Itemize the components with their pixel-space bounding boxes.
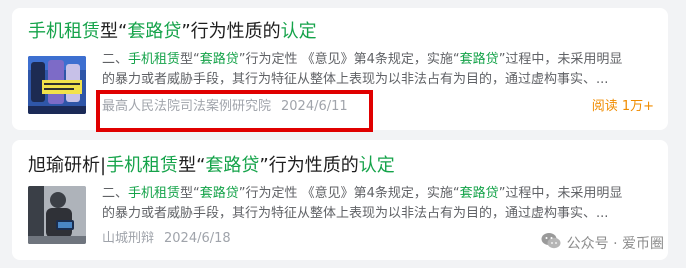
title-text: ”行为性质的 [259, 155, 359, 176]
snippet-text: 型“ [180, 52, 200, 67]
result-title[interactable]: 手机租赁型“套路贷”行为性质的认定 [28, 20, 317, 44]
snippet-highlight: 套路贷 [459, 52, 499, 67]
phone-promo-thumbnail[interactable] [28, 56, 86, 114]
result-title[interactable]: 旭瑜研析|手机租赁型“套路贷”行为性质的认定 [28, 154, 395, 178]
source-name[interactable]: 山城刑辩 [102, 231, 154, 246]
title-highlight: 认定 [280, 21, 317, 42]
snippet-highlight: 手机租赁 [128, 186, 181, 201]
title-highlight: 套路贷 [127, 21, 182, 42]
title-text: 型“ [100, 21, 128, 42]
snippet-text: 二、 [102, 52, 129, 67]
snippet-text: 型“ [180, 186, 200, 201]
publish-date: 2024/6/18 [164, 231, 231, 246]
title-highlight: 手机租赁 [28, 21, 100, 42]
result-meta: 山城刑辩 2024/6/18 [102, 230, 231, 248]
title-highlight: 手机租赁 [106, 155, 179, 176]
person-phone-thumbnail[interactable] [28, 186, 86, 244]
snippet-highlight: 套路贷 [199, 52, 239, 67]
snippet-text: ”行为定性 《意见》第4条规定，实施“ [238, 186, 460, 201]
snippet-highlight: 手机租赁 [128, 52, 181, 67]
read-count: 阅读 1万+ [591, 99, 654, 114]
snippet-line: 二、手机租赁型“套路贷”行为定性 《意见》第4条规定，实施“套路贷”过程中，未采… [102, 184, 650, 204]
annotation-highlight-box [96, 90, 373, 132]
snippet-text: ”过程中，未采用明显 [498, 52, 623, 67]
snippet-line: 二、手机租赁型“套路贷”行为定性 《意见》第4条规定，实施“套路贷”过程中，未采… [102, 50, 650, 70]
snippet-text: ”过程中，未采用明显 [498, 186, 623, 201]
watermark-text: 公众号 · 爱币圈 [566, 235, 664, 252]
title-text: 型“ [178, 155, 206, 176]
wechat-watermark: 公众号 · 爱币圈 [541, 232, 664, 255]
snippet-highlight: 套路贷 [459, 186, 499, 201]
snippet-text: 二、 [102, 186, 129, 201]
title-highlight: 套路贷 [205, 155, 260, 176]
wechat-icon [541, 232, 567, 255]
snippet-text: ”行为定性 《意见》第4条规定，实施“ [238, 52, 460, 67]
title-text: 旭瑜研析| [28, 155, 107, 176]
result-snippet: 二、手机租赁型“套路贷”行为定性 《意见》第4条规定，实施“套路贷”过程中，未采… [102, 184, 650, 224]
snippet-highlight: 套路贷 [199, 186, 239, 201]
result-snippet: 二、手机租赁型“套路贷”行为定性 《意见》第4条规定，实施“套路贷”过程中，未采… [102, 50, 650, 90]
title-highlight: 认定 [358, 155, 395, 176]
snippet-line: 的暴力或者威胁手段，其行为特征从整体上表现为以非法占有为目的，通过虚构事实、..… [102, 72, 609, 87]
title-text: ”行为性质的 [181, 21, 281, 42]
snippet-line: 的暴力或者威胁手段，其行为特征从整体上表现为以非法占有为目的，通过虚构事实、..… [102, 206, 609, 221]
